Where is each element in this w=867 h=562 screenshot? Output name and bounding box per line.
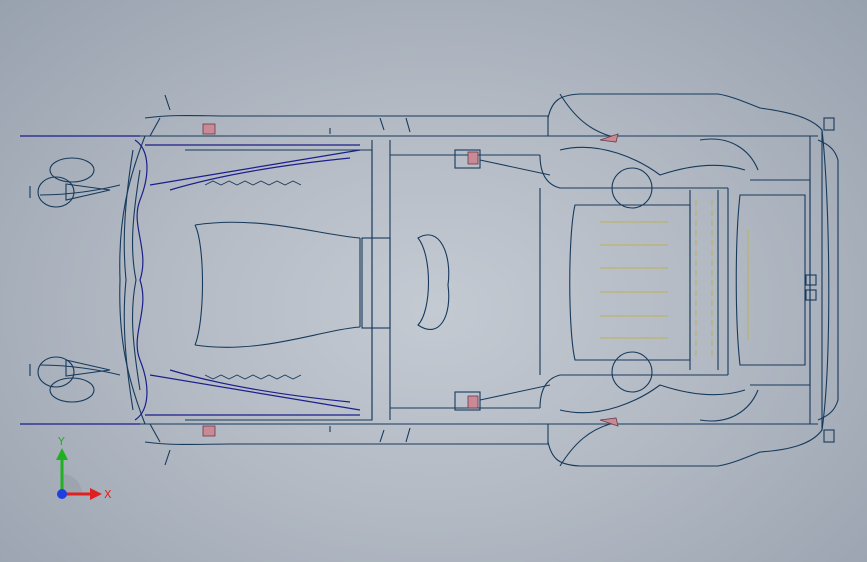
seat-pan-lines bbox=[600, 200, 749, 360]
coordinate-triad: Y X bbox=[56, 436, 112, 501]
y-axis-label: Y bbox=[57, 436, 65, 448]
mount-brackets bbox=[202, 123, 619, 437]
chassis-outline bbox=[20, 93, 839, 467]
rail-serration bbox=[204, 180, 302, 380]
z-axis-dot bbox=[57, 489, 67, 499]
x-axis-label: X bbox=[104, 488, 112, 501]
car-chassis-model[interactable] bbox=[0, 0, 867, 562]
graphics-viewport[interactable]: Y X bbox=[0, 0, 867, 562]
